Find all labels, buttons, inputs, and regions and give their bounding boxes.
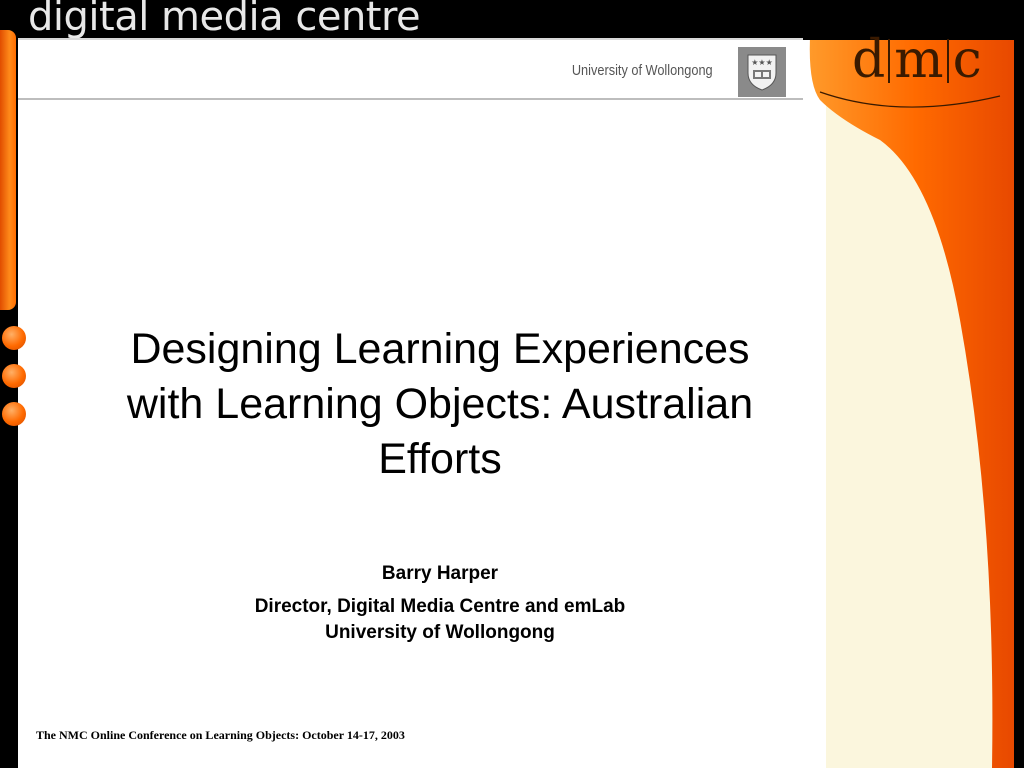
affiliation-line-2: University of Wollongong xyxy=(325,622,555,643)
affiliation-line-1: Director, Digital Media Centre and emLab xyxy=(254,596,626,617)
orange-dot-3 xyxy=(2,402,26,426)
footer-text: The NMC Online Conference on Learning Ob… xyxy=(36,728,405,742)
author-name: Barry Harper xyxy=(381,563,499,584)
header-bar: University of Wollongong ★★★ xyxy=(18,40,803,100)
university-name: University of Wollongong xyxy=(572,62,713,79)
dmc-logo: dmc xyxy=(852,30,982,90)
orange-dot-1 xyxy=(2,326,26,350)
left-orange-strip xyxy=(0,30,16,310)
orange-swoosh-decoration xyxy=(809,0,1024,768)
slide-title: Designing Learning Experiences with Lear… xyxy=(126,325,754,483)
right-frame xyxy=(1014,0,1024,768)
university-crest-icon: ★★★ xyxy=(738,47,786,97)
header-title: digital media centre xyxy=(28,0,421,40)
svg-text:★★★: ★★★ xyxy=(751,58,773,67)
author-affiliation: Director, Digital Media Centre and emLab… xyxy=(160,594,720,646)
slide: digital media centre University of Wollo… xyxy=(0,0,1024,768)
orange-dot-2 xyxy=(2,364,26,388)
